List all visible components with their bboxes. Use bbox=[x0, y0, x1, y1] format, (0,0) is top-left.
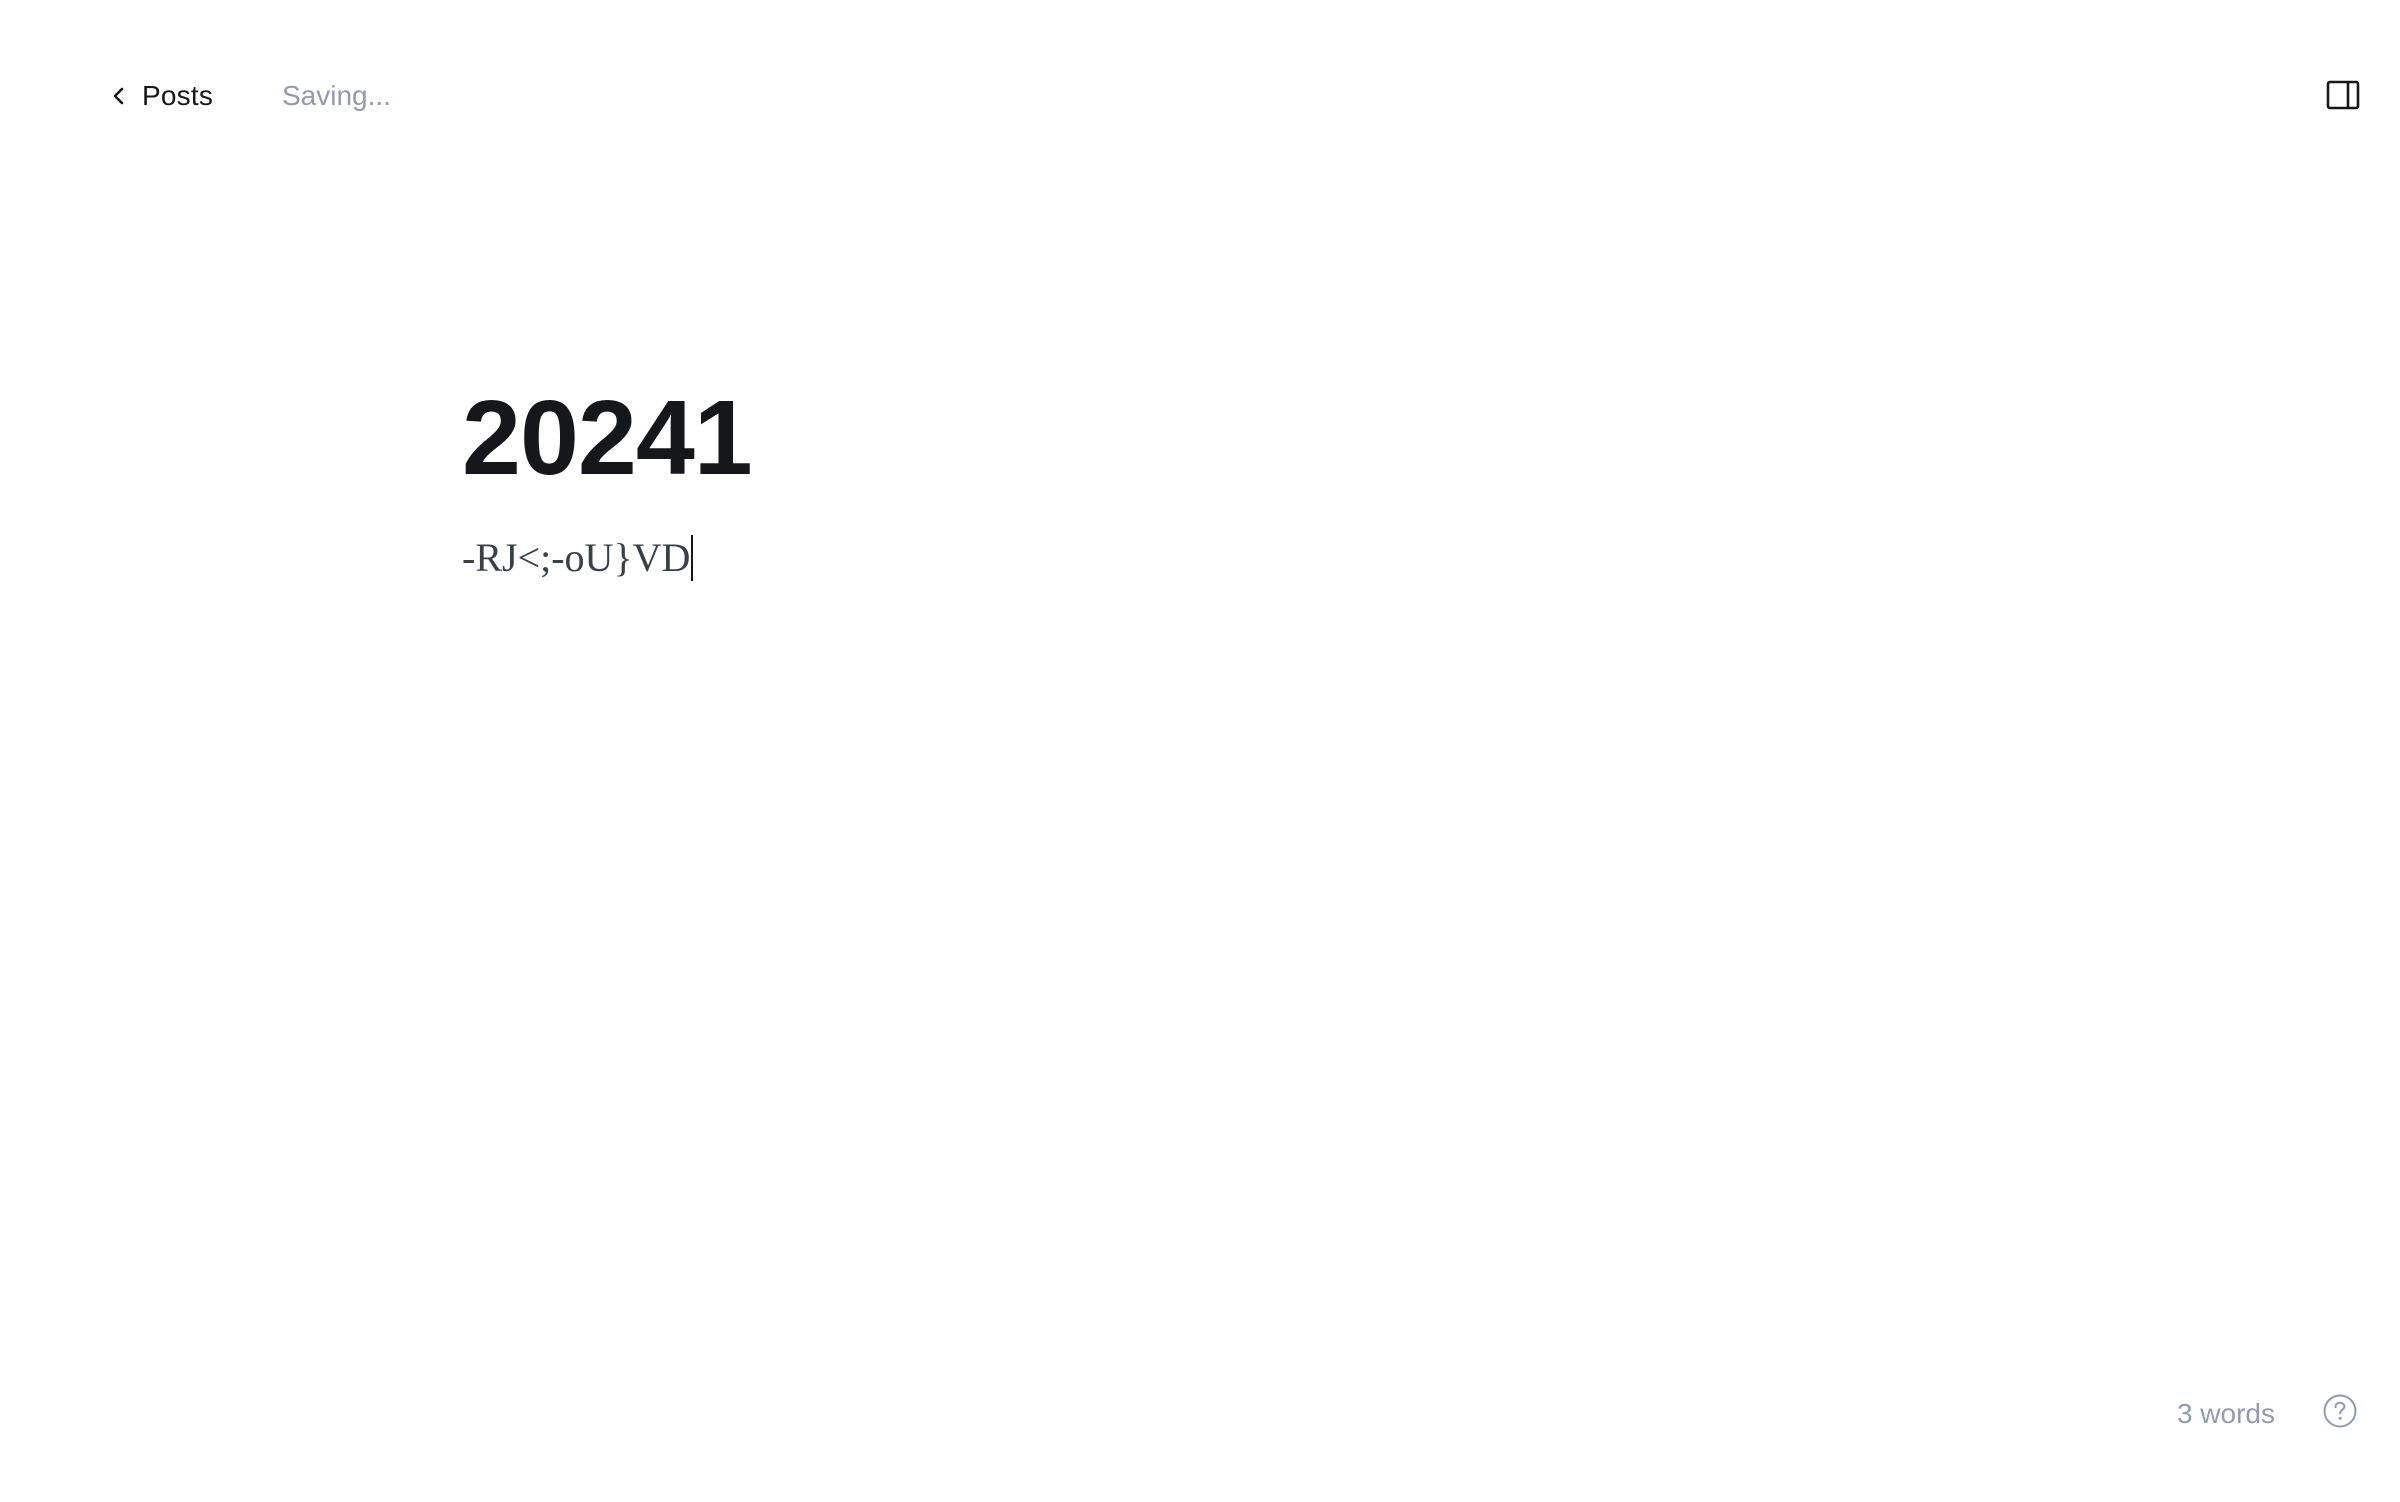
chevron-left-icon bbox=[108, 85, 130, 107]
post-body-text: -RJ<;-oU}VD bbox=[462, 535, 691, 580]
sidebar-toggle-button[interactable] bbox=[2320, 74, 2366, 120]
post-title-field[interactable]: 20241 bbox=[462, 368, 1938, 508]
post-editor: 20241 -RJ<;-oU}VD bbox=[462, 368, 1938, 586]
help-button[interactable] bbox=[2320, 1393, 2360, 1433]
back-link-label: Posts bbox=[142, 80, 214, 111]
save-status: Saving... bbox=[282, 80, 391, 111]
word-count: 3 words bbox=[2176, 1398, 2275, 1429]
text-cursor bbox=[691, 535, 694, 581]
question-circle-icon bbox=[2322, 1393, 2358, 1434]
back-to-posts-link[interactable]: Posts bbox=[108, 72, 213, 120]
sidebar-panel-icon bbox=[2326, 80, 2360, 115]
post-body-editor[interactable]: -RJ<;-oU}VD bbox=[462, 530, 1938, 586]
